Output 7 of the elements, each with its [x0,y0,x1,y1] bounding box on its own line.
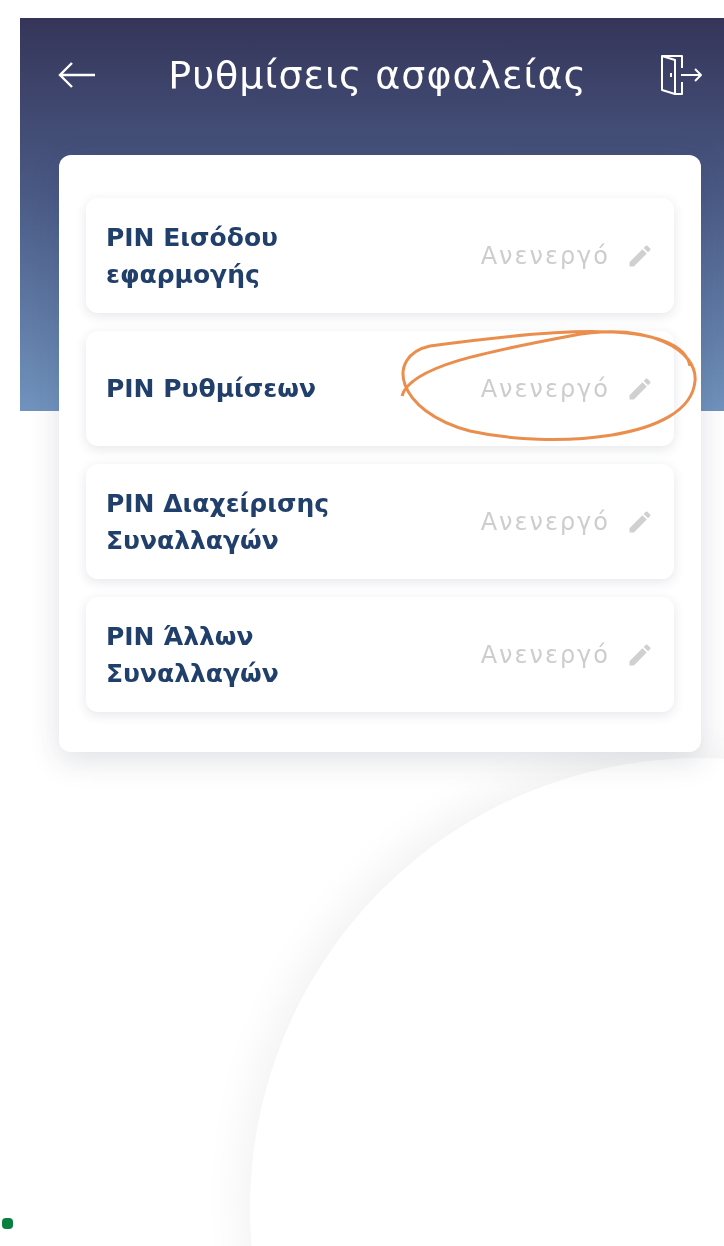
pin-label: PIN Διαχείρισης Συναλλαγών [106,487,331,557]
pin-label: PIN Ρυθμίσεων [106,373,317,405]
pin-label: PIN Εισόδου εφαρμογής [106,221,279,291]
logout-icon[interactable] [658,53,704,97]
pin-label: PIN Άλλων Συναλλαγών [106,620,280,690]
back-arrow-icon[interactable] [57,60,97,90]
screen-title: Ρυθμίσεις ασφαλείας [168,53,587,97]
